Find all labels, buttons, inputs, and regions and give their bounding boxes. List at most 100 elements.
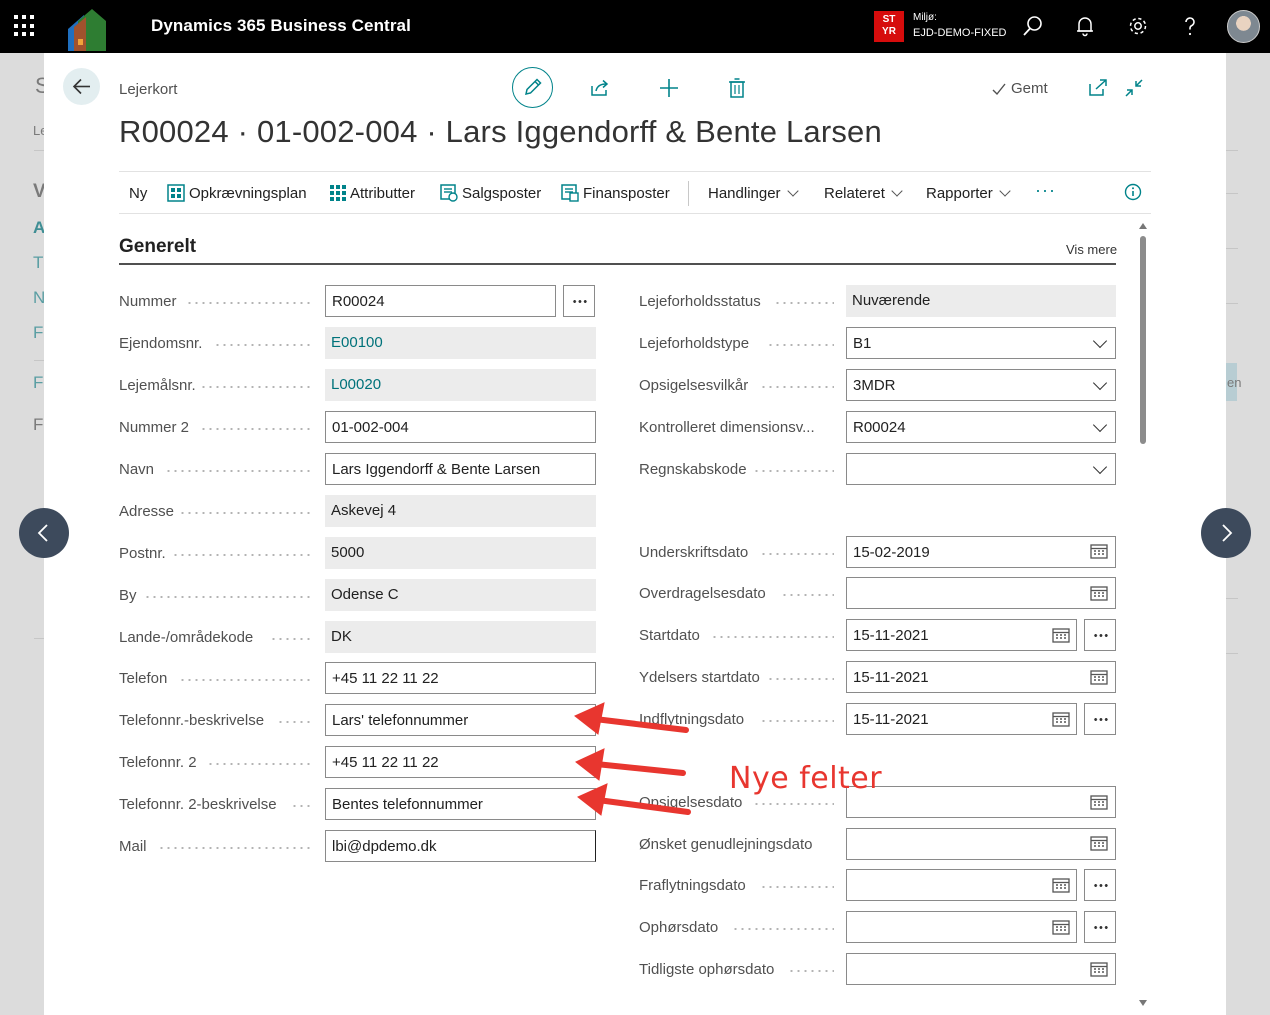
accounting-code-select[interactable] [846,453,1116,485]
email-field[interactable]: lbi@dpdemo.dk [325,830,596,862]
label-leader [179,679,314,681]
desired-relet-date-field[interactable] [846,828,1116,860]
new-action[interactable]: Ny [129,185,147,202]
field-label-desired-relet-date: Ønsket genudlejningsdato [639,836,813,853]
more-actions-button[interactable]: ··· [1035,180,1056,201]
collapse-icon[interactable] [1123,77,1145,99]
label-leader [760,553,834,555]
assist-edit-button[interactable] [1084,703,1116,735]
calendar-icon[interactable] [1052,711,1070,727]
postal-code-field[interactable]: 5000 [325,537,596,569]
bg-divider [34,638,44,639]
related-menu[interactable]: Relateret [824,185,903,202]
search-icon[interactable] [1021,14,1045,38]
sales-entries-icon [440,184,458,202]
calendar-icon[interactable] [1090,835,1108,851]
calendar-icon[interactable] [1090,669,1108,685]
action-bar: Ny Opkrævningsplan Attributter Salgspost… [119,171,1151,214]
phone-description-field[interactable]: Lars' telefonnummer [325,704,596,736]
address-field[interactable]: Askevej 4 [325,495,596,527]
actions-menu-label: Handlinger [708,185,781,202]
scroll-up-icon[interactable] [1138,222,1148,230]
open-new-window-icon[interactable] [1087,77,1109,99]
label-leader [753,803,834,805]
label-leader [277,721,314,723]
transfer-date-field[interactable] [846,577,1116,609]
earliest-termination-date-field[interactable] [846,953,1116,985]
calendar-icon[interactable] [1090,794,1108,810]
finance-entries-action[interactable]: Finansposter [583,185,670,202]
bg-divider [1226,303,1238,304]
field-label-phone-2: Telefonnr. 2 [119,754,197,771]
back-button[interactable] [63,68,100,105]
property-no-field[interactable]: E00100 [325,327,596,359]
field-label-checked-dimension: Kontrolleret dimensionsv... [639,419,815,436]
share-icon[interactable] [589,77,611,99]
assist-edit-button[interactable] [1084,869,1116,901]
service-start-date-field[interactable]: 15-11-2021 [846,661,1116,693]
scroll-down-icon[interactable] [1138,999,1148,1007]
name-field[interactable]: Lars Iggendorff & Bente Larsen [325,453,596,485]
number-field[interactable]: R00024 [325,285,556,317]
phone-2-description-field[interactable]: Bentes telefonnummer [325,788,596,820]
field-label-earliest-termination-date: Tidligste ophørsdato [639,961,775,978]
label-leader [172,554,314,556]
assist-edit-button[interactable] [1084,619,1116,651]
number-2-field[interactable]: 01-002-004 [325,411,596,443]
info-icon[interactable] [1124,183,1142,201]
assist-edit-button[interactable] [563,285,595,317]
help-icon[interactable] [1178,14,1202,38]
assist-edit-button[interactable] [1084,911,1116,943]
calendar-icon[interactable] [1090,543,1108,559]
section-title[interactable]: Generelt [119,236,196,258]
lease-no-field[interactable]: L00020 [325,369,596,401]
label-leader [711,636,834,638]
start-date-field[interactable]: 15-11-2021 [846,619,1077,651]
app-title[interactable]: Dynamics 365 Business Central [151,16,411,36]
label-leader [144,596,314,598]
sales-entries-action[interactable]: Salgsposter [462,185,541,202]
scrollbar[interactable] [1137,222,1149,1010]
tenancy-type-select[interactable]: B1 [846,327,1116,359]
bell-icon[interactable] [1073,14,1097,38]
termination-date-field[interactable] [846,911,1077,943]
calendar-icon[interactable] [1052,919,1070,935]
field-label-move-out-date: Fraflytningsdato [639,877,746,894]
reports-menu[interactable]: Rapporter [926,185,1011,202]
field-label-phone-2-description: Telefonnr. 2-beskrivelse [119,796,277,813]
billing-plan-action[interactable]: Opkrævningsplan [189,185,307,202]
signature-date-field[interactable]: 15-02-2019 [846,536,1116,568]
city-field[interactable]: Odense C [325,579,596,611]
field-label-number: Nummer [119,293,177,310]
phone-field[interactable]: +45 11 22 11 22 [325,662,596,694]
actions-menu[interactable]: Handlinger [708,185,799,202]
show-more-link[interactable]: Vis mere [1066,242,1117,257]
add-icon[interactable] [658,77,680,99]
notice-date-field[interactable] [846,786,1116,818]
app-launcher-icon[interactable] [14,15,36,37]
attributes-action[interactable]: Attributter [350,185,415,202]
calendar-icon[interactable] [1052,877,1070,893]
label-leader [207,763,314,765]
move-out-date-field[interactable] [846,869,1077,901]
phone-2-field[interactable]: +45 11 22 11 22 [325,746,596,778]
calendar-icon[interactable] [1090,585,1108,601]
calendar-icon[interactable] [1052,627,1070,643]
previous-record-button[interactable] [19,508,69,558]
edit-button[interactable] [512,67,553,108]
gear-icon[interactable] [1126,14,1150,38]
environment-name: EJD-DEMO-FIXED [913,27,1007,39]
notice-terms-select[interactable]: 3MDR [846,369,1116,401]
checked-dimension-select[interactable]: R00024 [846,411,1116,443]
delete-icon[interactable] [726,77,748,99]
country-code-field[interactable]: DK [325,621,596,653]
label-leader [200,386,314,388]
tenancy-status-field[interactable]: Nuværende [846,285,1116,317]
user-avatar[interactable] [1227,10,1260,43]
field-label-transfer-date: Overdragelsesdato [639,585,766,602]
scrollbar-thumb[interactable] [1140,236,1146,444]
calendar-icon[interactable] [1090,961,1108,977]
next-record-button[interactable] [1201,508,1251,558]
move-in-date-field[interactable]: 15-11-2021 [846,703,1077,735]
bg-divider [34,360,44,361]
